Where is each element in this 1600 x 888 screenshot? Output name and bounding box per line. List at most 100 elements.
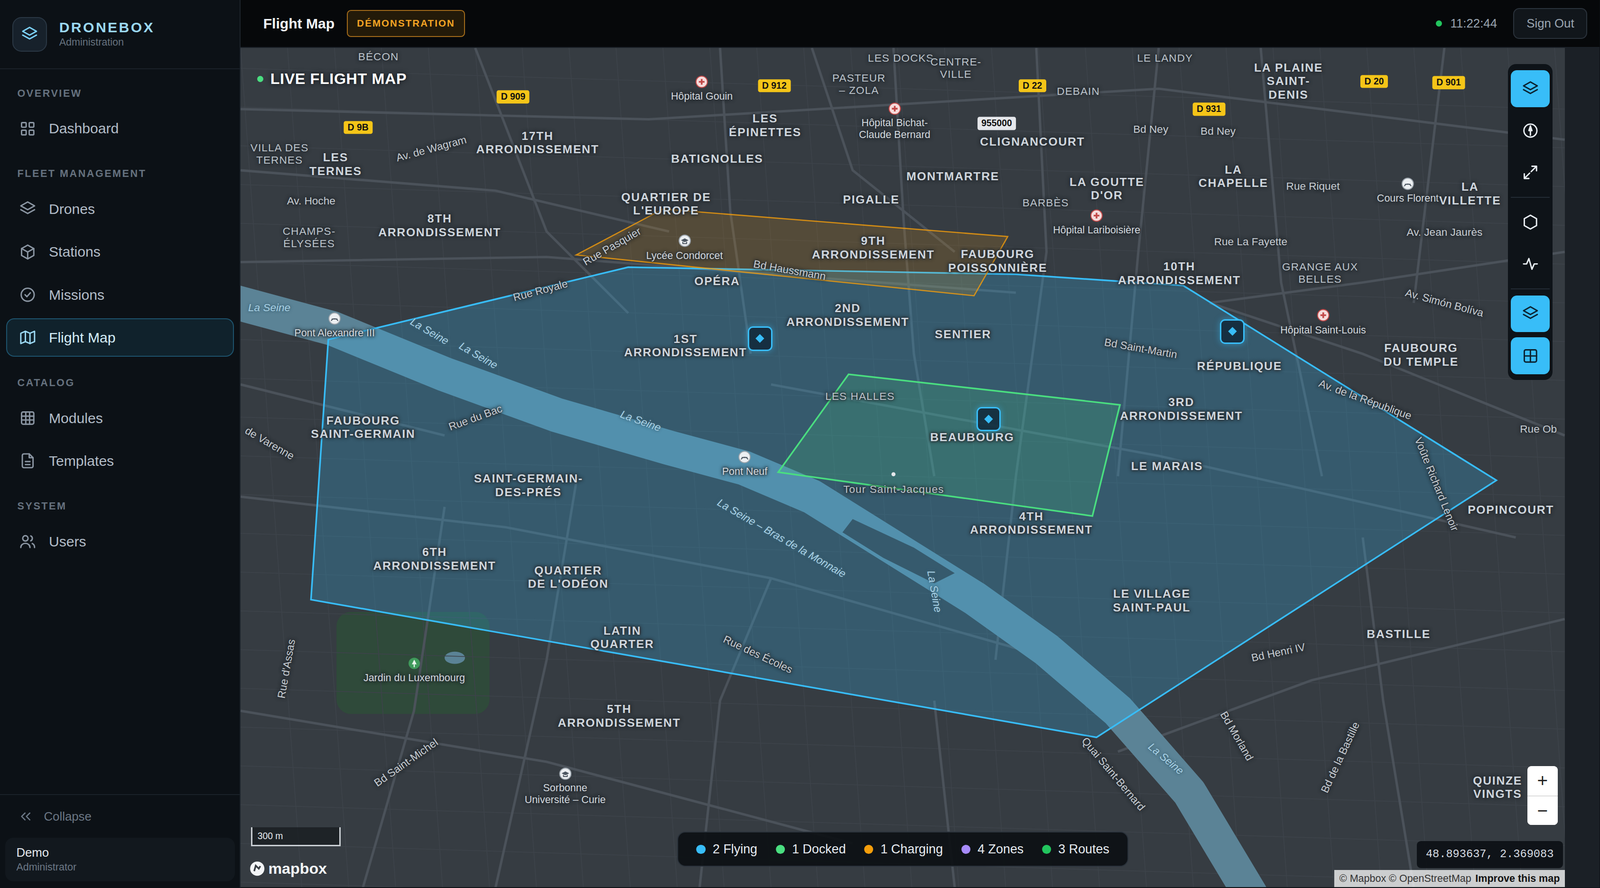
page-title: Flight Map — [263, 12, 335, 35]
map-label: QUINZE VINGTS — [1472, 773, 1523, 801]
sidebar-item[interactable]: Templates — [6, 441, 234, 481]
drone-icon — [984, 415, 993, 424]
map-canvas[interactable] — [240, 47, 1565, 888]
map-label: RÉPUBLIQUE — [1197, 359, 1283, 373]
map-label: Hôpital Bichat- Claude Bernard — [858, 117, 931, 141]
map-label: LE VILLAGE SAINT-PAUL — [1112, 587, 1191, 615]
tool-group — [1510, 196, 1550, 286]
map-label: 3RD ARRONDISSEMENT — [1119, 395, 1243, 423]
sidebar-item[interactable]: Missions — [6, 275, 234, 315]
map-label: LE LANDY — [1136, 52, 1193, 65]
hospital-pin[interactable]: Hôpital Bichat- Claude Bernard — [858, 102, 931, 141]
live-dot — [257, 75, 264, 83]
school-pin[interactable]: Lycée Condorcet — [646, 234, 724, 262]
legend-dot — [864, 845, 874, 855]
map-label: Pont Neuf — [722, 465, 768, 478]
map-label: LA PLAINE SAINT- DENIS — [1254, 61, 1323, 102]
map-tool-button[interactable] — [1510, 70, 1550, 107]
map-label: MONTMARTRE — [906, 169, 1000, 184]
improve-map-link[interactable]: Improve this map — [1475, 871, 1560, 887]
map-label: 4TH ARRONDISSEMENT — [969, 510, 1093, 538]
sidebar-item[interactable]: Stations — [6, 232, 234, 272]
landmark-icon — [738, 450, 752, 465]
legend-item: 3 Routes — [1041, 839, 1110, 859]
sidebar-label: Flight Map — [48, 326, 116, 349]
map-tool-button[interactable] — [1510, 154, 1550, 191]
map-label: Av. Simón Bolíva — [1404, 286, 1486, 320]
mapbox-icon — [249, 860, 266, 877]
sidebar-item[interactable]: Dashboard — [6, 109, 234, 149]
map-row: BÉCONLES DOCKSCENTRE- VILLELE LANDYLA PL… — [240, 47, 1600, 888]
landmark-pin[interactable]: Pont Alexandre III — [294, 311, 375, 339]
dashboard-icon — [18, 119, 38, 139]
map-label: BASTILLE — [1366, 627, 1431, 642]
legend-label: 2 Flying — [712, 839, 758, 859]
map-label: Tour Saint-Jacques — [843, 483, 945, 496]
school-icon — [678, 234, 692, 248]
park-pin[interactable]: Jardin du Luxembourg — [363, 656, 466, 684]
map-label: LES ÉPINETTES — [728, 111, 802, 140]
map-label: 1ST ARRONDISSEMENT — [623, 332, 747, 360]
landmark-pin[interactable]: Pont Neuf — [722, 450, 768, 478]
map-tool-button[interactable] — [1510, 245, 1550, 283]
scale-bar: 300 m — [251, 827, 341, 847]
map-label: POPINCOURT — [1467, 503, 1554, 517]
drone-marker[interactable] — [747, 326, 773, 352]
sidebar-label: Users — [48, 530, 87, 553]
hospital-pin[interactable]: Hôpital Gouin — [670, 75, 733, 103]
hospital-pin[interactable]: Hôpital Saint-Louis — [1280, 308, 1366, 336]
road-shield: D 909 — [496, 90, 530, 103]
zoom-out-button[interactable]: − — [1527, 795, 1559, 826]
school-pin[interactable]: Sorbonne Université – Curie — [524, 767, 606, 807]
map-tool-button[interactable] — [1510, 337, 1550, 374]
legend-label: 1 Docked — [791, 839, 846, 859]
map-label: Sorbonne Université – Curie — [524, 782, 606, 806]
map-label: LA VILLETTE — [1439, 180, 1502, 208]
landmark-pin[interactable]: Cours Florent — [1376, 177, 1439, 205]
sidebar-item[interactable]: Drones — [6, 189, 234, 229]
top-bar: Flight MapDÉMONSTRATION11:22:44Sign Out — [240, 0, 1600, 48]
map-label: Hôpital Saint-Louis — [1280, 324, 1366, 336]
drone-marker[interactable] — [976, 407, 1002, 432]
collapse-button[interactable]: Collapse — [0, 794, 240, 838]
map-label: OPÉRA — [694, 274, 741, 289]
section-title: FLEET MANAGEMENT — [0, 149, 240, 188]
map-label: CHAMPS- ÉLYSÉES — [282, 225, 336, 251]
user-card[interactable]: DemoAdministrator — [5, 837, 235, 882]
road-shield: D 931 — [1192, 102, 1226, 116]
zoom-in-button[interactable]: + — [1527, 766, 1559, 796]
header-right: 11:22:44Sign Out — [1435, 8, 1588, 39]
sidebar-item[interactable]: Users — [6, 522, 234, 562]
map-tool-button[interactable] — [1510, 295, 1550, 333]
legend-dot — [775, 845, 785, 855]
sidebar-item[interactable]: Flight Map — [6, 318, 234, 358]
polygon-icon — [1521, 213, 1540, 232]
drone-marker[interactable] — [1219, 319, 1245, 345]
map-label: 17TH ARRONDISSEMENT — [476, 129, 600, 157]
map-title: LIVE FLIGHT MAP — [257, 67, 407, 91]
sidebar: DRONEBOXAdministrationOVERVIEWDashboardF… — [0, 0, 241, 888]
chevrons-left-icon — [17, 808, 34, 825]
sidebar-item[interactable]: Modules — [6, 398, 234, 438]
map-tool-button[interactable] — [1510, 204, 1550, 241]
collapse-label: Collapse — [43, 807, 92, 827]
map-label: Rue Ob — [1519, 423, 1557, 436]
mapbox-logo[interactable]: mapbox — [249, 857, 327, 881]
map-label: 6TH ARRONDISSEMENT — [372, 545, 496, 573]
map-label: Bd Ney — [1200, 125, 1236, 138]
map-label: PIGALLE — [842, 193, 900, 207]
map-label: VILLA DES TERNES — [250, 141, 309, 167]
map-tool-button[interactable] — [1510, 111, 1550, 149]
legend-label: 3 Routes — [1058, 839, 1110, 859]
sidebar-label: Drones — [48, 198, 95, 220]
hospital-icon — [695, 75, 709, 89]
map-label: Bd Morland — [1217, 709, 1256, 764]
map-label: BATIGNOLLES — [670, 152, 763, 166]
hospital-pin[interactable]: Hôpital Lariboisière — [1052, 208, 1141, 236]
map-label: BARBÈS — [1022, 196, 1070, 210]
sign-out-button[interactable]: Sign Out — [1513, 8, 1588, 39]
legend-item: 4 Zones — [961, 839, 1024, 859]
flight-map[interactable]: BÉCONLES DOCKSCENTRE- VILLELE LANDYLA PL… — [240, 47, 1565, 888]
map-label: La Seine — [248, 301, 291, 315]
school-icon — [558, 767, 572, 781]
